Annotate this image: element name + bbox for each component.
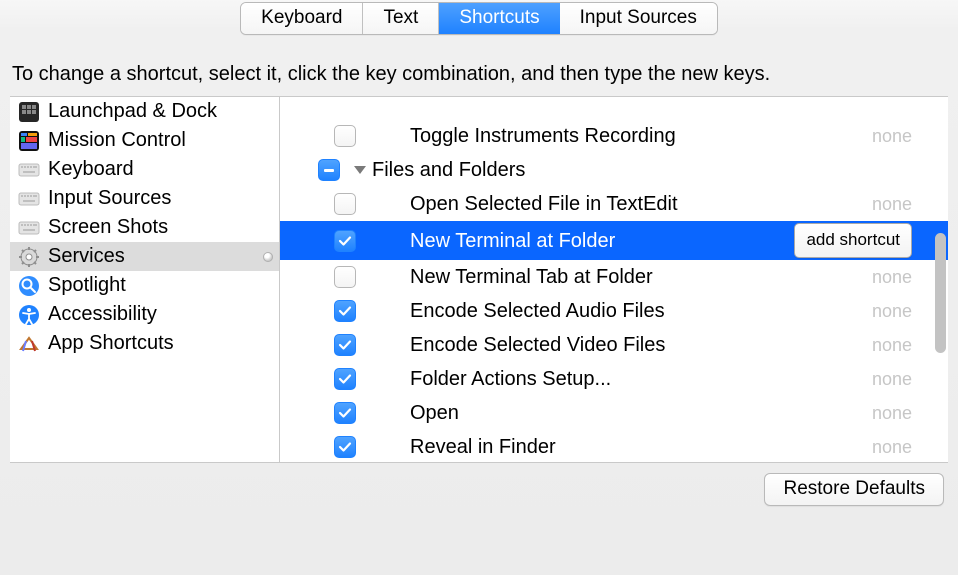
shortcut-value[interactable]: none — [872, 398, 912, 428]
shortcut-value[interactable]: none — [872, 330, 912, 360]
checkbox[interactable] — [334, 334, 356, 356]
category-sidebar[interactable]: Launchpad & Dock Mission Control Keyboar… — [10, 97, 280, 462]
sidebar-item-label: Screen Shots — [48, 216, 168, 239]
keyboard-icon — [18, 188, 40, 210]
footer: Restore Defaults — [0, 463, 958, 506]
sidebar-item-label: Input Sources — [48, 187, 171, 210]
service-label: Folder Actions Setup... — [410, 364, 611, 394]
checkbox[interactable] — [334, 266, 356, 288]
checkbox[interactable] — [334, 402, 356, 424]
shortcut-value[interactable]: none — [872, 121, 912, 151]
service-label: Open Selected File in TextEdit — [410, 189, 678, 219]
launchpad-icon — [18, 101, 40, 123]
keyboard-icon — [18, 159, 40, 181]
list-item[interactable]: Encode Selected Audio Files none — [280, 294, 948, 328]
sidebar-item-label: Launchpad & Dock — [48, 100, 217, 123]
service-label: Reveal in Finder — [410, 432, 556, 462]
sidebar-item-screen-shots[interactable]: Screen Shots — [10, 213, 279, 242]
list-item[interactable]: Encode Selected Video Files none — [280, 328, 948, 362]
sidebar-item-mission-control[interactable]: Mission Control — [10, 126, 279, 155]
sidebar-item-keyboard[interactable]: Keyboard — [10, 155, 279, 184]
tab-shortcuts[interactable]: Shortcuts — [439, 3, 559, 34]
instruction-text: To change a shortcut, select it, click t… — [0, 35, 958, 96]
service-label: Encode Selected Audio Files — [410, 296, 665, 326]
checkbox[interactable] — [334, 300, 356, 322]
checkbox[interactable] — [334, 230, 356, 252]
sidebar-item-services[interactable]: Services — [10, 242, 279, 271]
add-shortcut-button[interactable]: add shortcut — [794, 223, 912, 258]
spotlight-icon — [18, 275, 40, 297]
keyboard-icon — [18, 217, 40, 239]
tab-text[interactable]: Text — [363, 3, 439, 34]
shortcut-value[interactable]: none — [872, 432, 912, 462]
shortcut-detail-list[interactable]: Toggle Instruments Recording none Files … — [280, 97, 948, 462]
service-label: New Terminal at Folder — [410, 226, 615, 256]
sidebar-item-label: Spotlight — [48, 274, 126, 297]
sidebar-item-label: Mission Control — [48, 129, 186, 152]
service-label: Open — [410, 398, 459, 428]
gear-icon — [18, 246, 40, 268]
list-item[interactable]: Folder Actions Setup... none — [280, 362, 948, 396]
sidebar-item-input-sources[interactable]: Input Sources — [10, 184, 279, 213]
mission-control-icon — [18, 130, 40, 152]
list-item-selected[interactable]: New Terminal at Folder add shortcut — [280, 221, 948, 260]
sidebar-item-label: Keyboard — [48, 158, 134, 181]
list-item[interactable]: New Terminal Tab at Folder none — [280, 260, 948, 294]
service-label: Toggle Instruments Recording — [410, 121, 676, 151]
service-label: New Terminal Tab at Folder — [410, 262, 653, 292]
list-item[interactable]: Open Selected File in TextEdit none — [280, 187, 948, 221]
service-label: Encode Selected Video Files — [410, 330, 665, 360]
scroll-thumb[interactable] — [935, 233, 946, 353]
sidebar-item-accessibility[interactable]: Accessibility — [10, 300, 279, 329]
app-shortcuts-icon — [18, 333, 40, 355]
tab-bar: Keyboard Text Shortcuts Input Sources — [0, 0, 958, 35]
group-row-files-and-folders[interactable]: Files and Folders — [280, 153, 948, 187]
sidebar-item-label: Services — [48, 245, 125, 268]
checkbox[interactable] — [334, 193, 356, 215]
sidebar-item-app-shortcuts[interactable]: App Shortcuts — [10, 329, 279, 358]
tab-keyboard[interactable]: Keyboard — [241, 3, 363, 34]
sidebar-item-launchpad-dock[interactable]: Launchpad & Dock — [10, 97, 279, 126]
checkbox-mixed[interactable] — [318, 159, 340, 181]
shortcut-value[interactable]: none — [872, 364, 912, 394]
list-item[interactable]: Toggle Instruments Recording none — [280, 119, 948, 153]
shortcut-value[interactable]: none — [872, 189, 912, 219]
sidebar-item-spotlight[interactable]: Spotlight — [10, 271, 279, 300]
sidebar-item-label: App Shortcuts — [48, 332, 174, 355]
restore-defaults-button[interactable]: Restore Defaults — [764, 473, 944, 506]
list-item[interactable]: Reveal in Finder none — [280, 430, 948, 462]
tab-input-sources[interactable]: Input Sources — [560, 3, 717, 34]
shortcut-value[interactable]: none — [872, 296, 912, 326]
list-item[interactable]: Open none — [280, 396, 948, 430]
sidebar-item-label: Accessibility — [48, 303, 157, 326]
disclosure-triangle-icon[interactable] — [354, 166, 366, 174]
checkbox[interactable] — [334, 368, 356, 390]
panes: Launchpad & Dock Mission Control Keyboar… — [10, 96, 948, 463]
accessibility-icon — [18, 304, 40, 326]
scrollbar[interactable] — [932, 97, 948, 462]
tab-group: Keyboard Text Shortcuts Input Sources — [240, 2, 718, 35]
shortcut-value[interactable]: none — [872, 262, 912, 292]
group-label: Files and Folders — [372, 155, 525, 185]
drag-handle-icon[interactable] — [263, 252, 273, 262]
checkbox[interactable] — [334, 125, 356, 147]
checkbox[interactable] — [334, 436, 356, 458]
